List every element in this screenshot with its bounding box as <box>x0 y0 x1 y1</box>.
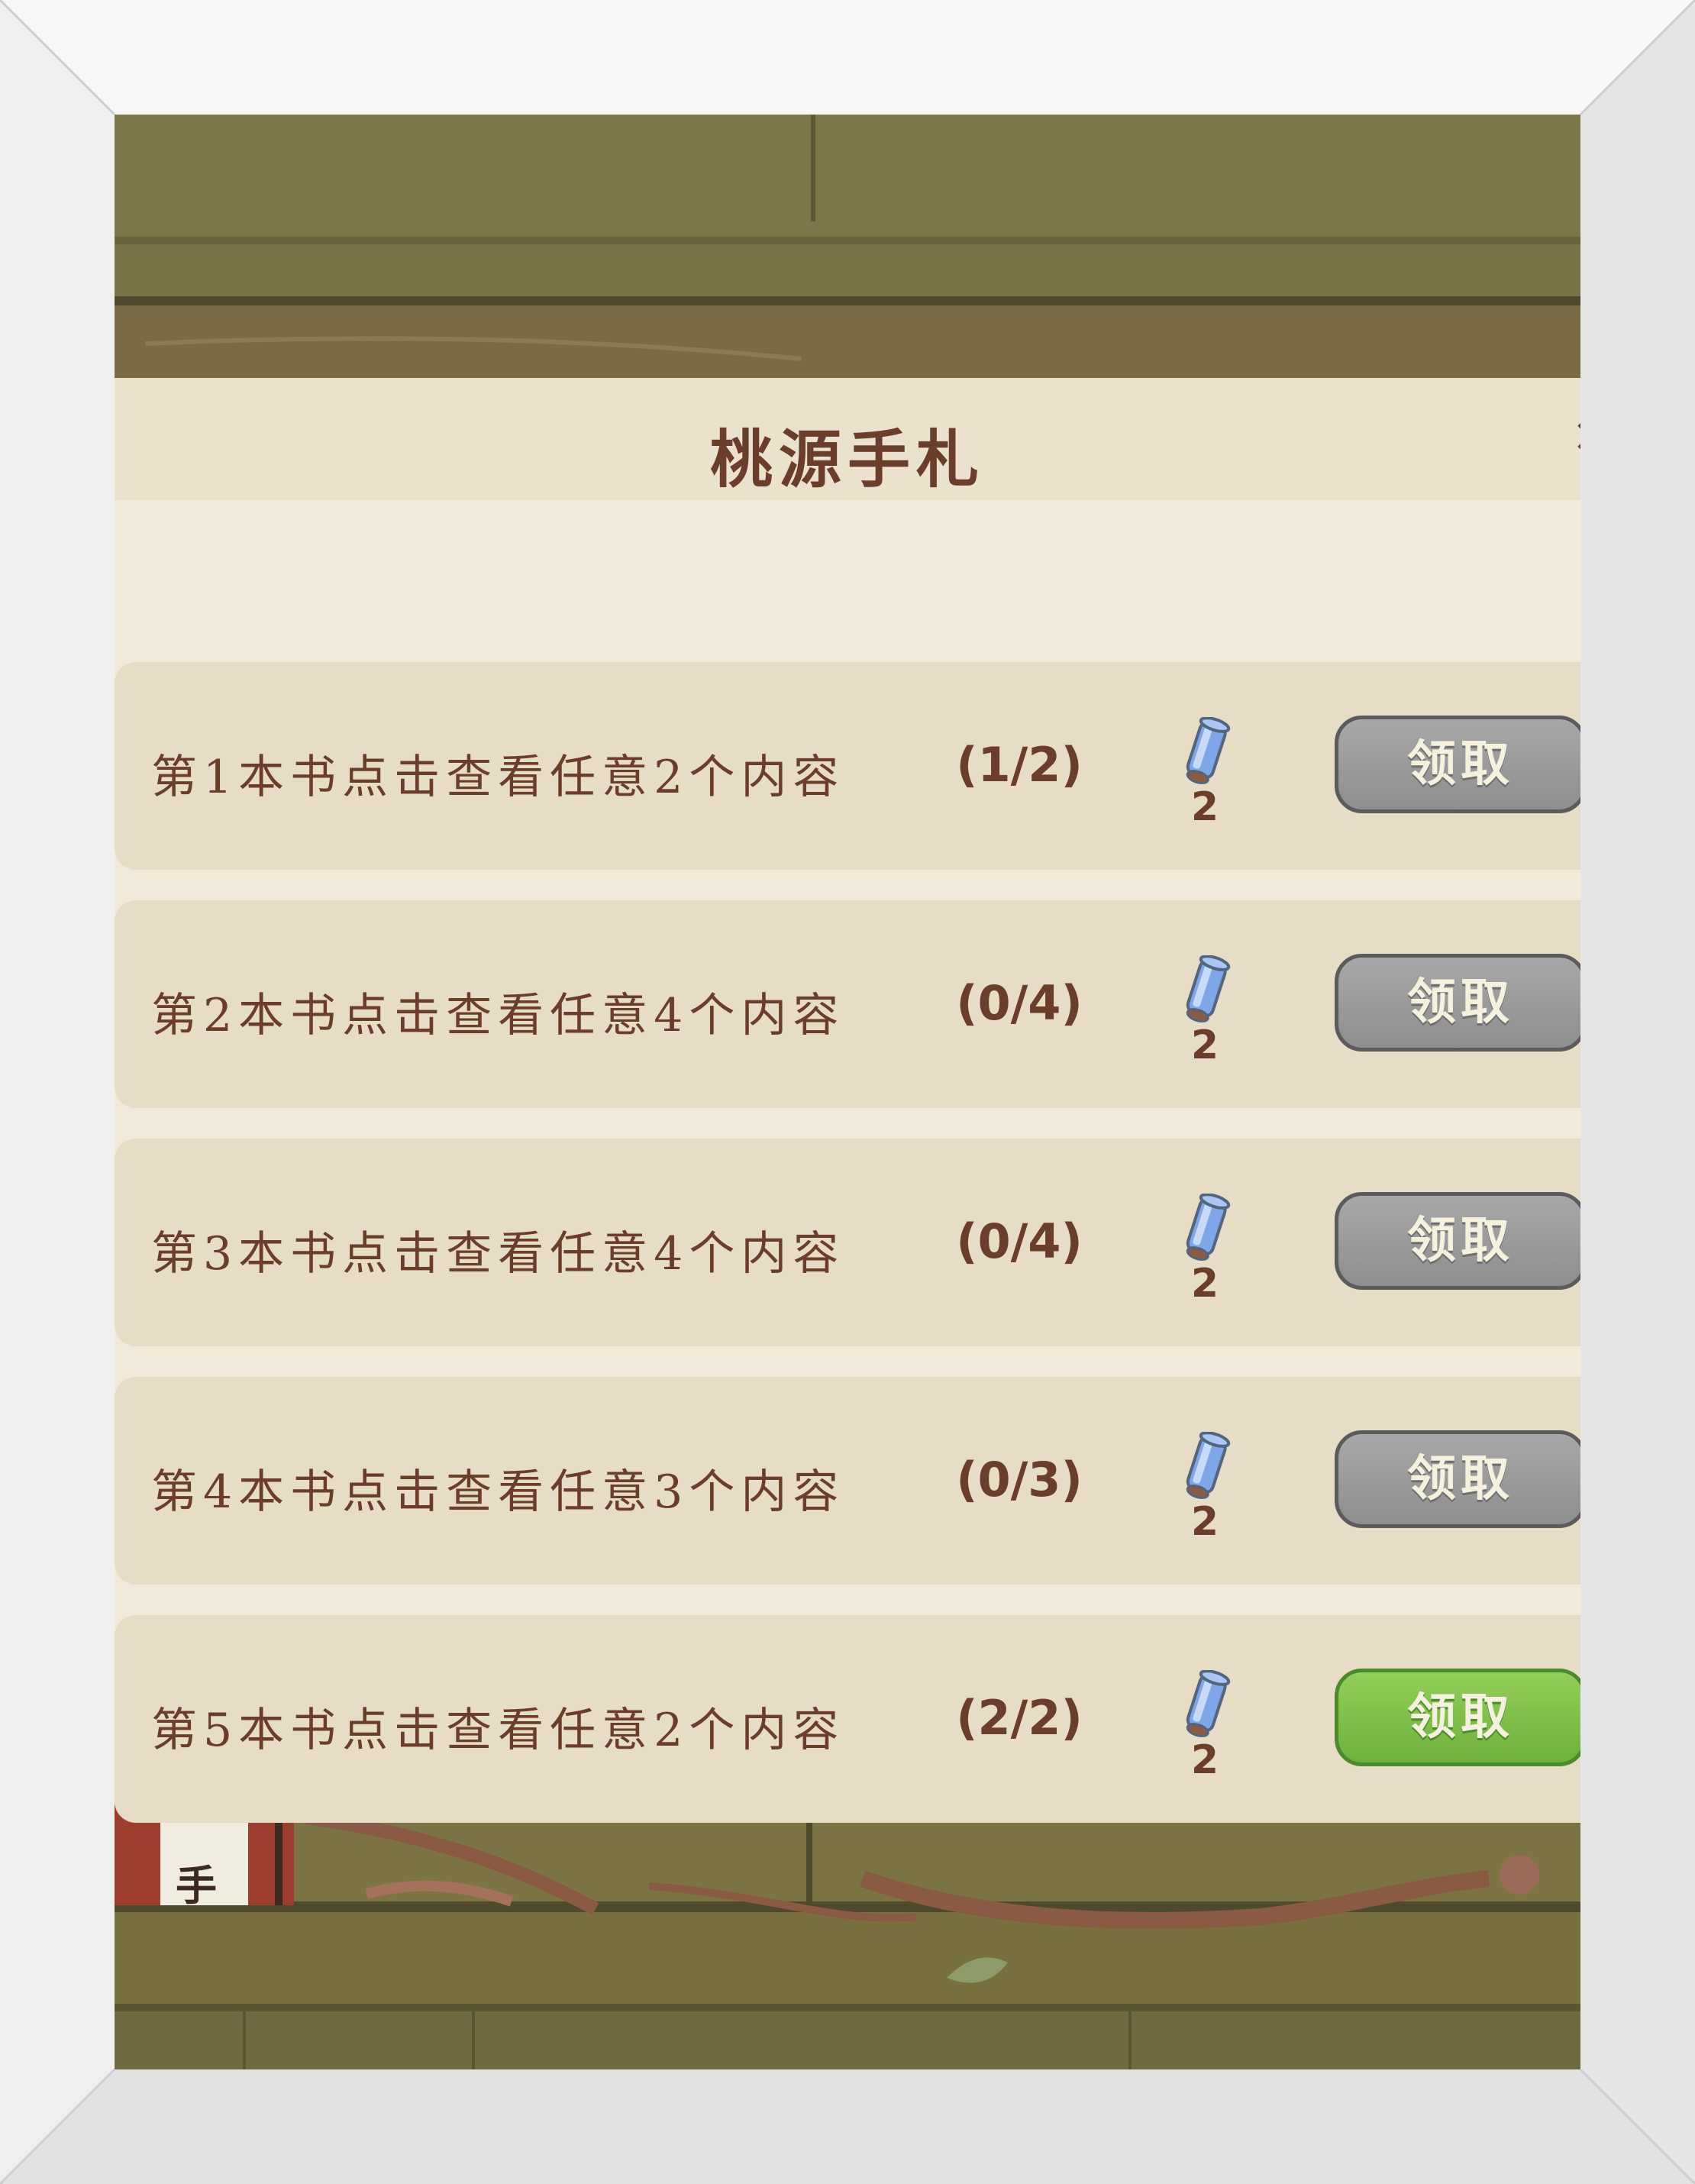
task-description: 第1本书点击查看任意2个内容 <box>151 751 845 804</box>
claim-button[interactable]: 领取 <box>1335 716 1580 813</box>
reward: 2 <box>1157 955 1241 1070</box>
reward-count: 2 <box>1190 1737 1219 1783</box>
task-row: 第4本书点击查看任意3个内容 (0/3) 2 领取 <box>115 1377 1580 1585</box>
scroll-icon <box>1186 717 1231 784</box>
claim-button[interactable]: 领取 <box>1335 1192 1580 1290</box>
task-description: 第3本书点击查看任意4个内容 <box>151 1227 845 1281</box>
scroll-icon <box>1186 955 1231 1023</box>
reward-count: 2 <box>1190 1023 1219 1068</box>
reward-count: 2 <box>1190 1499 1219 1545</box>
task-progress: (2/2) <box>956 1690 1083 1746</box>
task-description: 第4本书点击查看任意3个内容 <box>151 1465 845 1519</box>
game-screen: 手 桃源手札 × 第1本书点击查看任意2个内容 (1/2) <box>115 115 1580 2069</box>
claim-button[interactable]: 领取 <box>1335 954 1580 1052</box>
task-list: 第1本书点击查看任意2个内容 (1/2) 2 领取 第2本书点击查看任意4个内容… <box>115 378 1580 1823</box>
task-progress: (1/2) <box>956 737 1083 793</box>
reward: 2 <box>1157 717 1241 832</box>
task-panel: 桃源手札 × 第1本书点击查看任意2个内容 (1/2) 2 <box>115 378 1580 1823</box>
wooden-shelf-top <box>115 115 1580 389</box>
task-row: 第5本书点击查看任意2个内容 (2/2) 2 领取 <box>115 1615 1580 1823</box>
reward: 2 <box>1157 1432 1241 1546</box>
task-progress: (0/3) <box>956 1452 1083 1507</box>
task-row: 第3本书点击查看任意4个内容 (0/4) 2 领取 <box>115 1139 1580 1346</box>
scroll-icon <box>1186 1432 1231 1499</box>
book-spine-label: 手 <box>176 1862 217 1910</box>
task-row: 第2本书点击查看任意4个内容 (0/4) 2 领取 <box>115 900 1580 1108</box>
task-progress: (0/4) <box>956 1213 1083 1269</box>
reward-count: 2 <box>1190 784 1219 830</box>
task-description: 第2本书点击查看任意4个内容 <box>151 989 845 1042</box>
task-progress: (0/4) <box>956 975 1083 1031</box>
claim-button[interactable]: 领取 <box>1335 1430 1580 1528</box>
wooden-shelf-bottom <box>115 1802 1580 2069</box>
reward: 2 <box>1157 1670 1241 1785</box>
claim-button-active[interactable]: 领取 <box>1335 1669 1580 1766</box>
task-row: 第1本书点击查看任意2个内容 (1/2) 2 领取 <box>115 662 1580 870</box>
task-description: 第5本书点击查看任意2个内容 <box>151 1704 845 1757</box>
reward: 2 <box>1157 1194 1241 1308</box>
reward-count: 2 <box>1190 1261 1219 1307</box>
scroll-icon <box>1186 1194 1231 1261</box>
scroll-icon <box>1186 1670 1231 1737</box>
